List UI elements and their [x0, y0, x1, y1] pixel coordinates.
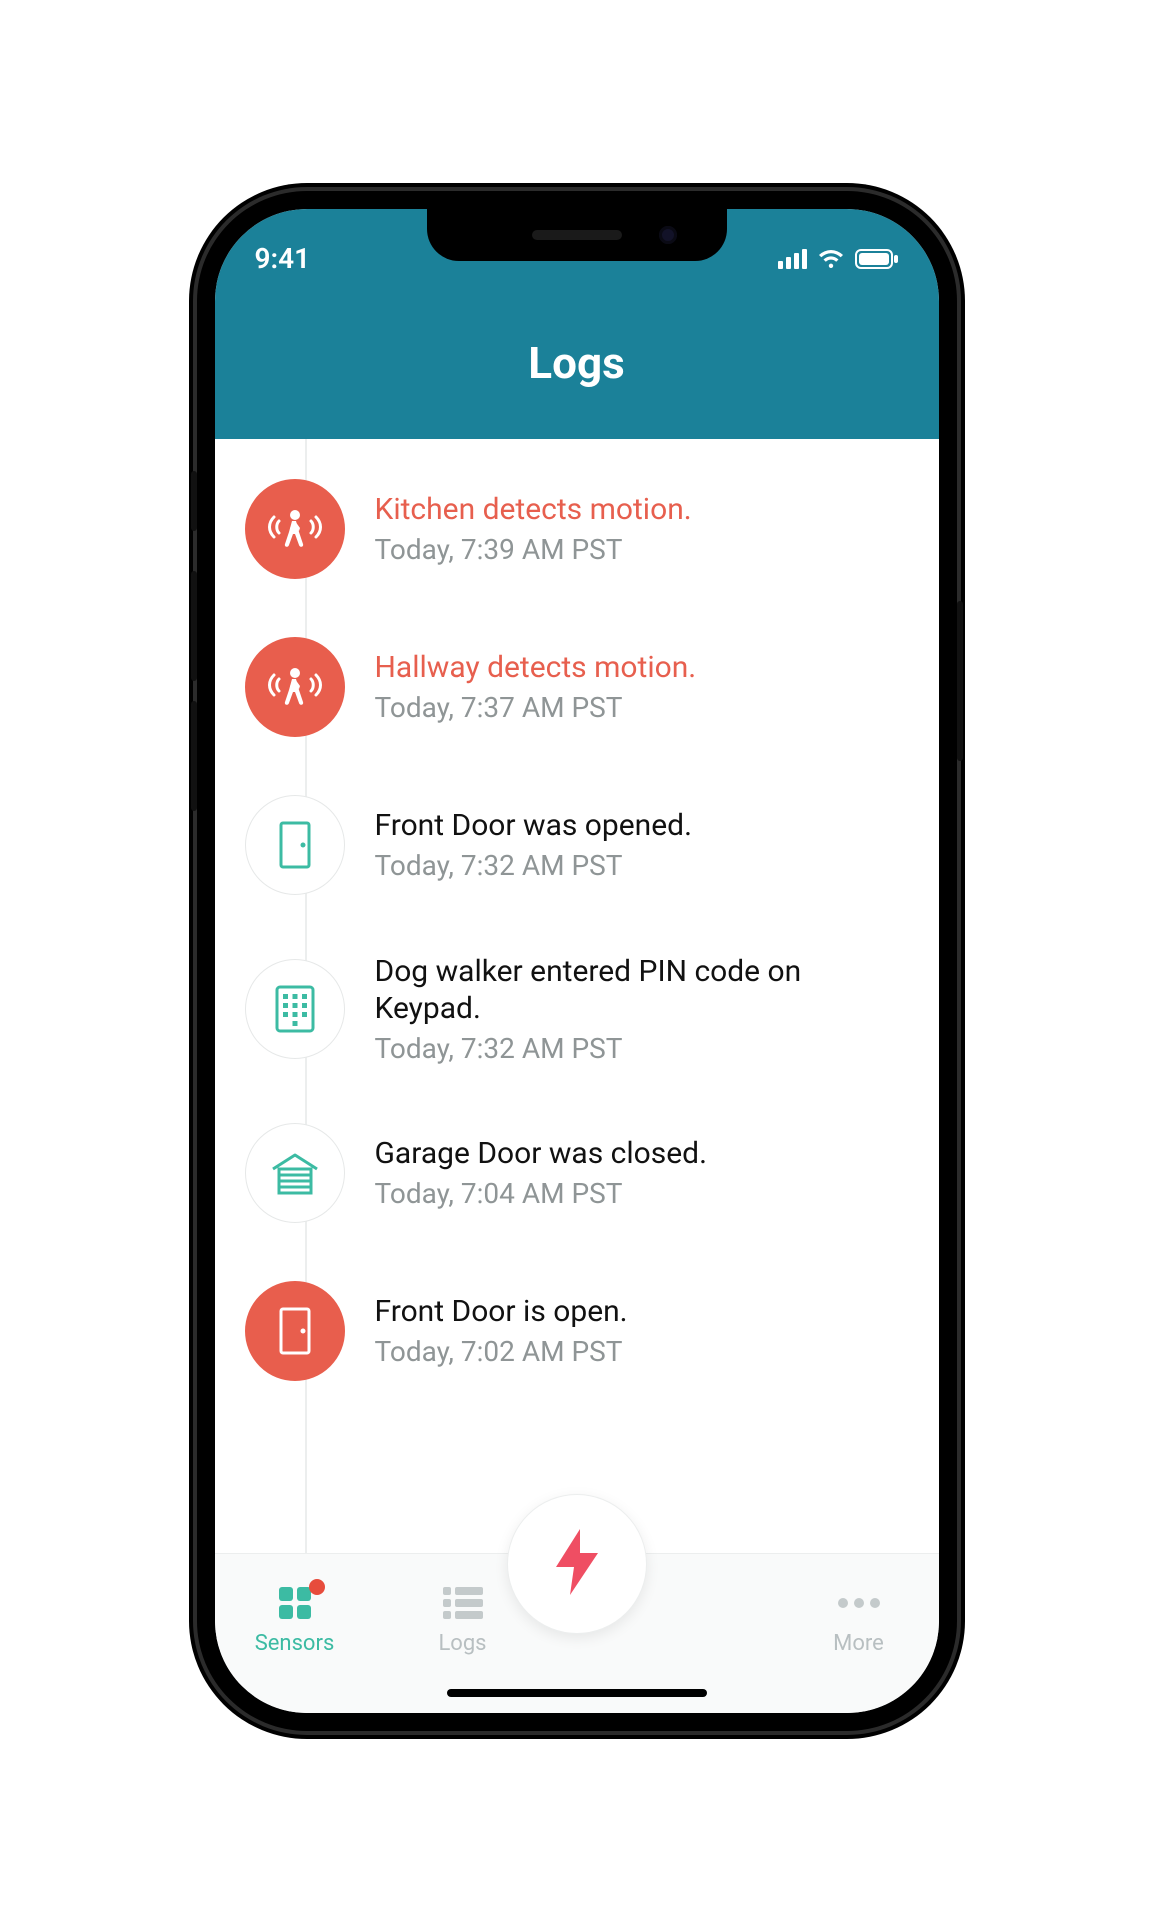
tab-label: More: [833, 1631, 884, 1656]
volume-up-button: [191, 571, 197, 681]
log-title: Garage Door was closed.: [375, 1135, 909, 1173]
page-title: Logs: [215, 337, 939, 389]
log-title: Kitchen detects motion.: [375, 491, 909, 529]
log-title: Front Door is open.: [375, 1293, 909, 1331]
logs-list[interactable]: Kitchen detects motion. Today, 7:39 AM P…: [215, 439, 939, 1553]
log-timestamp: Today, 7:02 AM PST: [375, 1335, 909, 1368]
battery-icon: [855, 248, 899, 270]
log-entry[interactable]: Kitchen detects motion. Today, 7:39 AM P…: [245, 479, 909, 579]
phone-frame: 9:41: [197, 191, 957, 1731]
tab-bar: Sensors: [215, 1553, 939, 1713]
log-entry[interactable]: Front Door is open. Today, 7:02 AM PST: [245, 1281, 909, 1381]
log-title: Dog walker entered PIN code on Keypad.: [375, 953, 909, 1028]
home-indicator[interactable]: [447, 1689, 707, 1697]
log-title: Hallway detects motion.: [375, 649, 909, 687]
log-entry[interactable]: Dog walker entered PIN code on Keypad. T…: [245, 953, 909, 1065]
motion-icon: [245, 637, 345, 737]
log-timestamp: Today, 7:04 AM PST: [375, 1177, 909, 1210]
tab-label: Sensors: [255, 1631, 335, 1656]
log-entry[interactable]: Front Door was opened. Today, 7:32 AM PS…: [245, 795, 909, 895]
log-title: Front Door was opened.: [375, 807, 909, 845]
notification-dot-icon: [309, 1579, 325, 1595]
wifi-icon: [817, 248, 845, 270]
door-icon: [245, 1281, 345, 1381]
bolt-icon: [550, 1527, 604, 1601]
mute-switch: [191, 471, 197, 531]
tab-sensors[interactable]: Sensors: [225, 1581, 365, 1656]
motion-icon: [245, 479, 345, 579]
volume-down-button: [191, 701, 197, 811]
phone-notch: [427, 209, 727, 261]
tab-label: Logs: [438, 1631, 486, 1656]
garage-icon: [245, 1123, 345, 1223]
list-icon: [441, 1581, 485, 1625]
log-timestamp: Today, 7:32 AM PST: [375, 849, 909, 882]
door-icon: [245, 795, 345, 895]
tab-more[interactable]: More: [789, 1581, 929, 1656]
log-timestamp: Today, 7:32 AM PST: [375, 1032, 909, 1065]
power-button: [957, 601, 963, 761]
log-timestamp: Today, 7:39 AM PST: [375, 533, 909, 566]
log-entry[interactable]: Garage Door was closed. Today, 7:04 AM P…: [245, 1123, 909, 1223]
cellular-signal-icon: [778, 249, 807, 269]
arm-button[interactable]: [507, 1494, 647, 1634]
log-entry[interactable]: Hallway detects motion. Today, 7:37 AM P…: [245, 637, 909, 737]
status-time: 9:41: [255, 242, 311, 275]
keypad-icon: [245, 959, 345, 1059]
more-icon: [835, 1581, 883, 1625]
log-timestamp: Today, 7:37 AM PST: [375, 691, 909, 724]
